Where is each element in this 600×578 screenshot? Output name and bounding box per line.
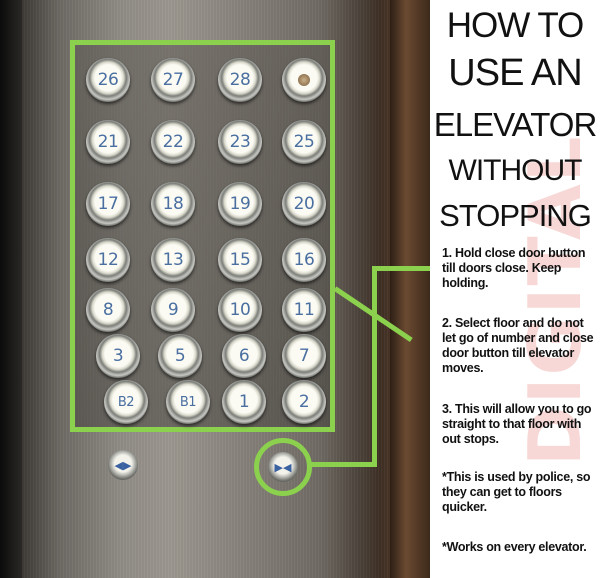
title-line: ELEVATOR xyxy=(433,106,598,143)
title-line: STOPPING xyxy=(439,198,592,233)
floor-button[interactable]: 16 xyxy=(282,238,326,282)
floor-button[interactable]: 18 xyxy=(151,182,195,226)
floor-button[interactable]: 6 xyxy=(222,334,266,378)
floor-button[interactable]: 23 xyxy=(218,120,262,164)
step-text: 1. Hold close door button till doors clo… xyxy=(442,246,586,290)
floor-button[interactable]: 27 xyxy=(151,58,195,102)
floor-button[interactable]: 20 xyxy=(282,182,326,226)
floor-button[interactable]: 25 xyxy=(282,120,326,164)
floor-button[interactable]: 17 xyxy=(86,182,130,226)
step-text: 2. Select floor and do not let go of num… xyxy=(442,316,594,375)
note-text: *Works on every elevator. xyxy=(442,540,587,554)
floor-button[interactable]: 7 xyxy=(282,334,326,378)
floor-button[interactable]: B1 xyxy=(166,380,210,424)
floor-button[interactable]: B2 xyxy=(104,380,148,424)
connector-line xyxy=(372,266,377,466)
floor-button[interactable]: 19 xyxy=(218,182,262,226)
floor-button[interactable]: 5 xyxy=(158,334,202,378)
floor-button[interactable]: 10 xyxy=(218,288,262,332)
floor-button[interactable]: 8 xyxy=(86,288,130,332)
floor-button[interactable]: 13 xyxy=(151,238,195,282)
floor-button[interactable]: 3 xyxy=(96,334,140,378)
connector-line xyxy=(310,462,377,467)
floor-button[interactable]: 2 xyxy=(282,380,326,424)
alarm-button[interactable] xyxy=(282,58,326,102)
wood-trim xyxy=(390,0,430,578)
connector-line xyxy=(372,266,430,271)
open-door-button[interactable]: ◀▶ xyxy=(108,450,138,480)
floor-button[interactable]: 21 xyxy=(86,120,130,164)
title-line: WITHOUT xyxy=(448,154,583,187)
close-door-highlight xyxy=(254,438,312,496)
floor-button[interactable]: 1 xyxy=(222,380,266,424)
floor-button[interactable]: 11 xyxy=(282,288,326,332)
floor-button[interactable]: 22 xyxy=(151,120,195,164)
alarm-icon xyxy=(298,74,310,86)
title-line: USE AN xyxy=(448,52,582,94)
floor-button[interactable]: 12 xyxy=(86,238,130,282)
title-line: HOW TO xyxy=(446,6,585,45)
floor-button[interactable]: 26 xyxy=(86,58,130,102)
elevator-photo: 26 27 28 21 22 23 25 17 18 19 20 12 13 1… xyxy=(0,0,430,578)
step-text: 3. This will allow you to go straight to… xyxy=(442,402,592,446)
instructions-panel: DIGITAL HOW TO USE AN ELEVATOR WITHOUT S… xyxy=(430,0,600,578)
floor-button[interactable]: 15 xyxy=(218,238,262,282)
door-shadow xyxy=(0,0,22,578)
note-text: *This is used by police, so they can get… xyxy=(442,470,591,514)
floor-button[interactable]: 9 xyxy=(151,288,195,332)
floor-button[interactable]: 28 xyxy=(218,58,262,102)
infographic: 26 27 28 21 22 23 25 17 18 19 20 12 13 1… xyxy=(0,0,600,578)
